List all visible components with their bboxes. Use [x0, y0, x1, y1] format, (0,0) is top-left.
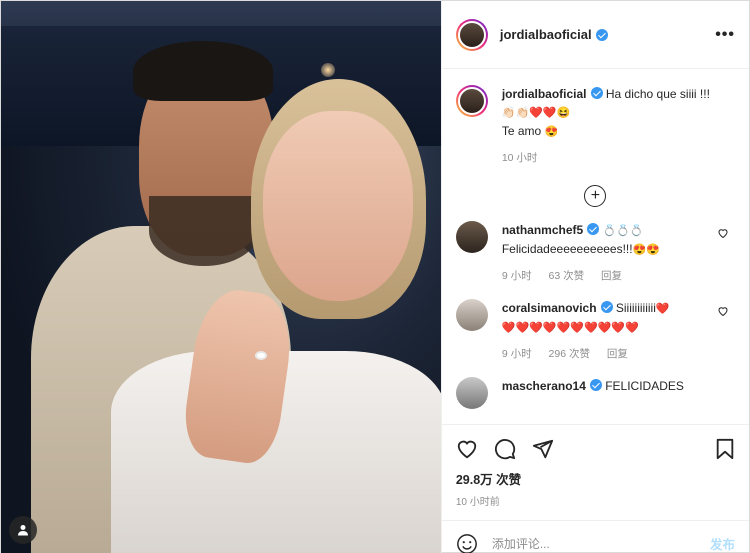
comment-emojis: ❤️: [655, 303, 670, 315]
photo-woman-face: [263, 111, 413, 301]
comment-username[interactable]: mascherano14: [502, 379, 586, 393]
post-actions: 29.8万 次赞 10 小时前 添加评论... 发布: [441, 424, 749, 553]
comments-list[interactable]: jordialbaoficial Ha dicho que siiii !!! …: [442, 69, 749, 424]
comment-username[interactable]: nathanmchef5: [502, 223, 583, 237]
comment-time[interactable]: 9 小时: [502, 348, 532, 360]
like-icon[interactable]: [456, 438, 478, 460]
post-time[interactable]: 10 小时前: [456, 493, 735, 508]
commenter-avatar[interactable]: [455, 299, 488, 331]
photo-ring: [255, 351, 267, 360]
tagged-user-icon[interactable]: [9, 516, 37, 544]
caption-username[interactable]: jordialbaoficial: [502, 87, 587, 101]
caption-line2-emoji: 😍: [544, 126, 559, 138]
comment-likes[interactable]: 296 次赞: [549, 348, 590, 360]
like-comment-icon[interactable]: [717, 227, 729, 239]
comment-hearts: ❤️❤️❤️❤️❤️❤️❤️❤️❤️❤️: [501, 322, 639, 334]
comment-composer: 添加评论... 发布: [441, 520, 749, 553]
caption: jordialbaoficial Ha dicho que siiii !!! …: [455, 85, 735, 167]
comment-item: mascherano14 FELICIDADES: [455, 377, 735, 409]
comment-item: coralsimanovich Siiiiiiiiiiii❤️ ❤️❤️❤️❤️…: [455, 299, 735, 363]
photo-man-hair: [133, 41, 273, 101]
caption-line2: Te amo: [501, 124, 542, 138]
verified-icon: [590, 87, 603, 99]
verified-icon: [595, 28, 608, 41]
comment-icon[interactable]: [494, 438, 516, 460]
comment-badges: 💍💍💍: [602, 225, 644, 237]
load-more: +: [456, 185, 735, 207]
reply-button[interactable]: 回复: [607, 348, 628, 360]
likes-count[interactable]: 29.8万 次赞: [456, 469, 735, 488]
post-photo[interactable]: [1, 1, 441, 553]
post-comment-button[interactable]: 发布: [710, 534, 735, 553]
comment-text: Siiiiiiiiiiii: [615, 301, 656, 315]
comment-text: FELICIDADES: [605, 379, 684, 393]
verified-icon: [589, 379, 602, 391]
emoji-icon[interactable]: [456, 533, 478, 553]
caption-text: Ha dicho que siiii !!!: [605, 87, 710, 101]
post-header: jordialbaoficial •••: [441, 1, 749, 69]
comment-input[interactable]: 添加评论...: [492, 535, 710, 552]
comment-item: nathanmchef5 💍💍💍 Felicidadeeeeeeeeees!!!…: [455, 221, 735, 285]
photo-man-beard: [149, 196, 259, 266]
caption-time[interactable]: 10 小时: [502, 152, 538, 164]
bookmark-icon[interactable]: [715, 438, 735, 460]
comment-username[interactable]: coralsimanovich: [502, 301, 597, 315]
share-icon[interactable]: [532, 438, 554, 460]
author-username[interactable]: jordialbaoficial: [500, 27, 592, 42]
more-options-icon[interactable]: •••: [715, 26, 735, 44]
verified-icon: [600, 301, 613, 313]
photo-light: [321, 63, 335, 77]
caption-avatar[interactable]: [455, 85, 488, 117]
author-avatar[interactable]: [455, 18, 488, 51]
caption-emojis: 👏🏻👏🏻❤️❤️😆: [501, 107, 571, 119]
instagram-post: jordialbaoficial ••• jordialbaoficial Ha…: [0, 0, 750, 553]
load-more-comments-icon[interactable]: +: [584, 185, 607, 207]
verified-icon: [587, 223, 600, 235]
reply-button[interactable]: 回复: [601, 270, 622, 282]
like-comment-icon[interactable]: [717, 305, 729, 317]
post-sidebar: jordialbaoficial ••• jordialbaoficial Ha…: [440, 1, 749, 553]
comment-emojis: 😍😍: [632, 244, 660, 256]
commenter-avatar[interactable]: [455, 377, 488, 409]
comment-time[interactable]: 9 小时: [502, 270, 532, 282]
commenter-avatar[interactable]: [455, 221, 488, 253]
comment-text: Felicidadeeeeeeeeees!!!: [501, 242, 633, 256]
comment-likes[interactable]: 63 次赞: [549, 270, 585, 282]
